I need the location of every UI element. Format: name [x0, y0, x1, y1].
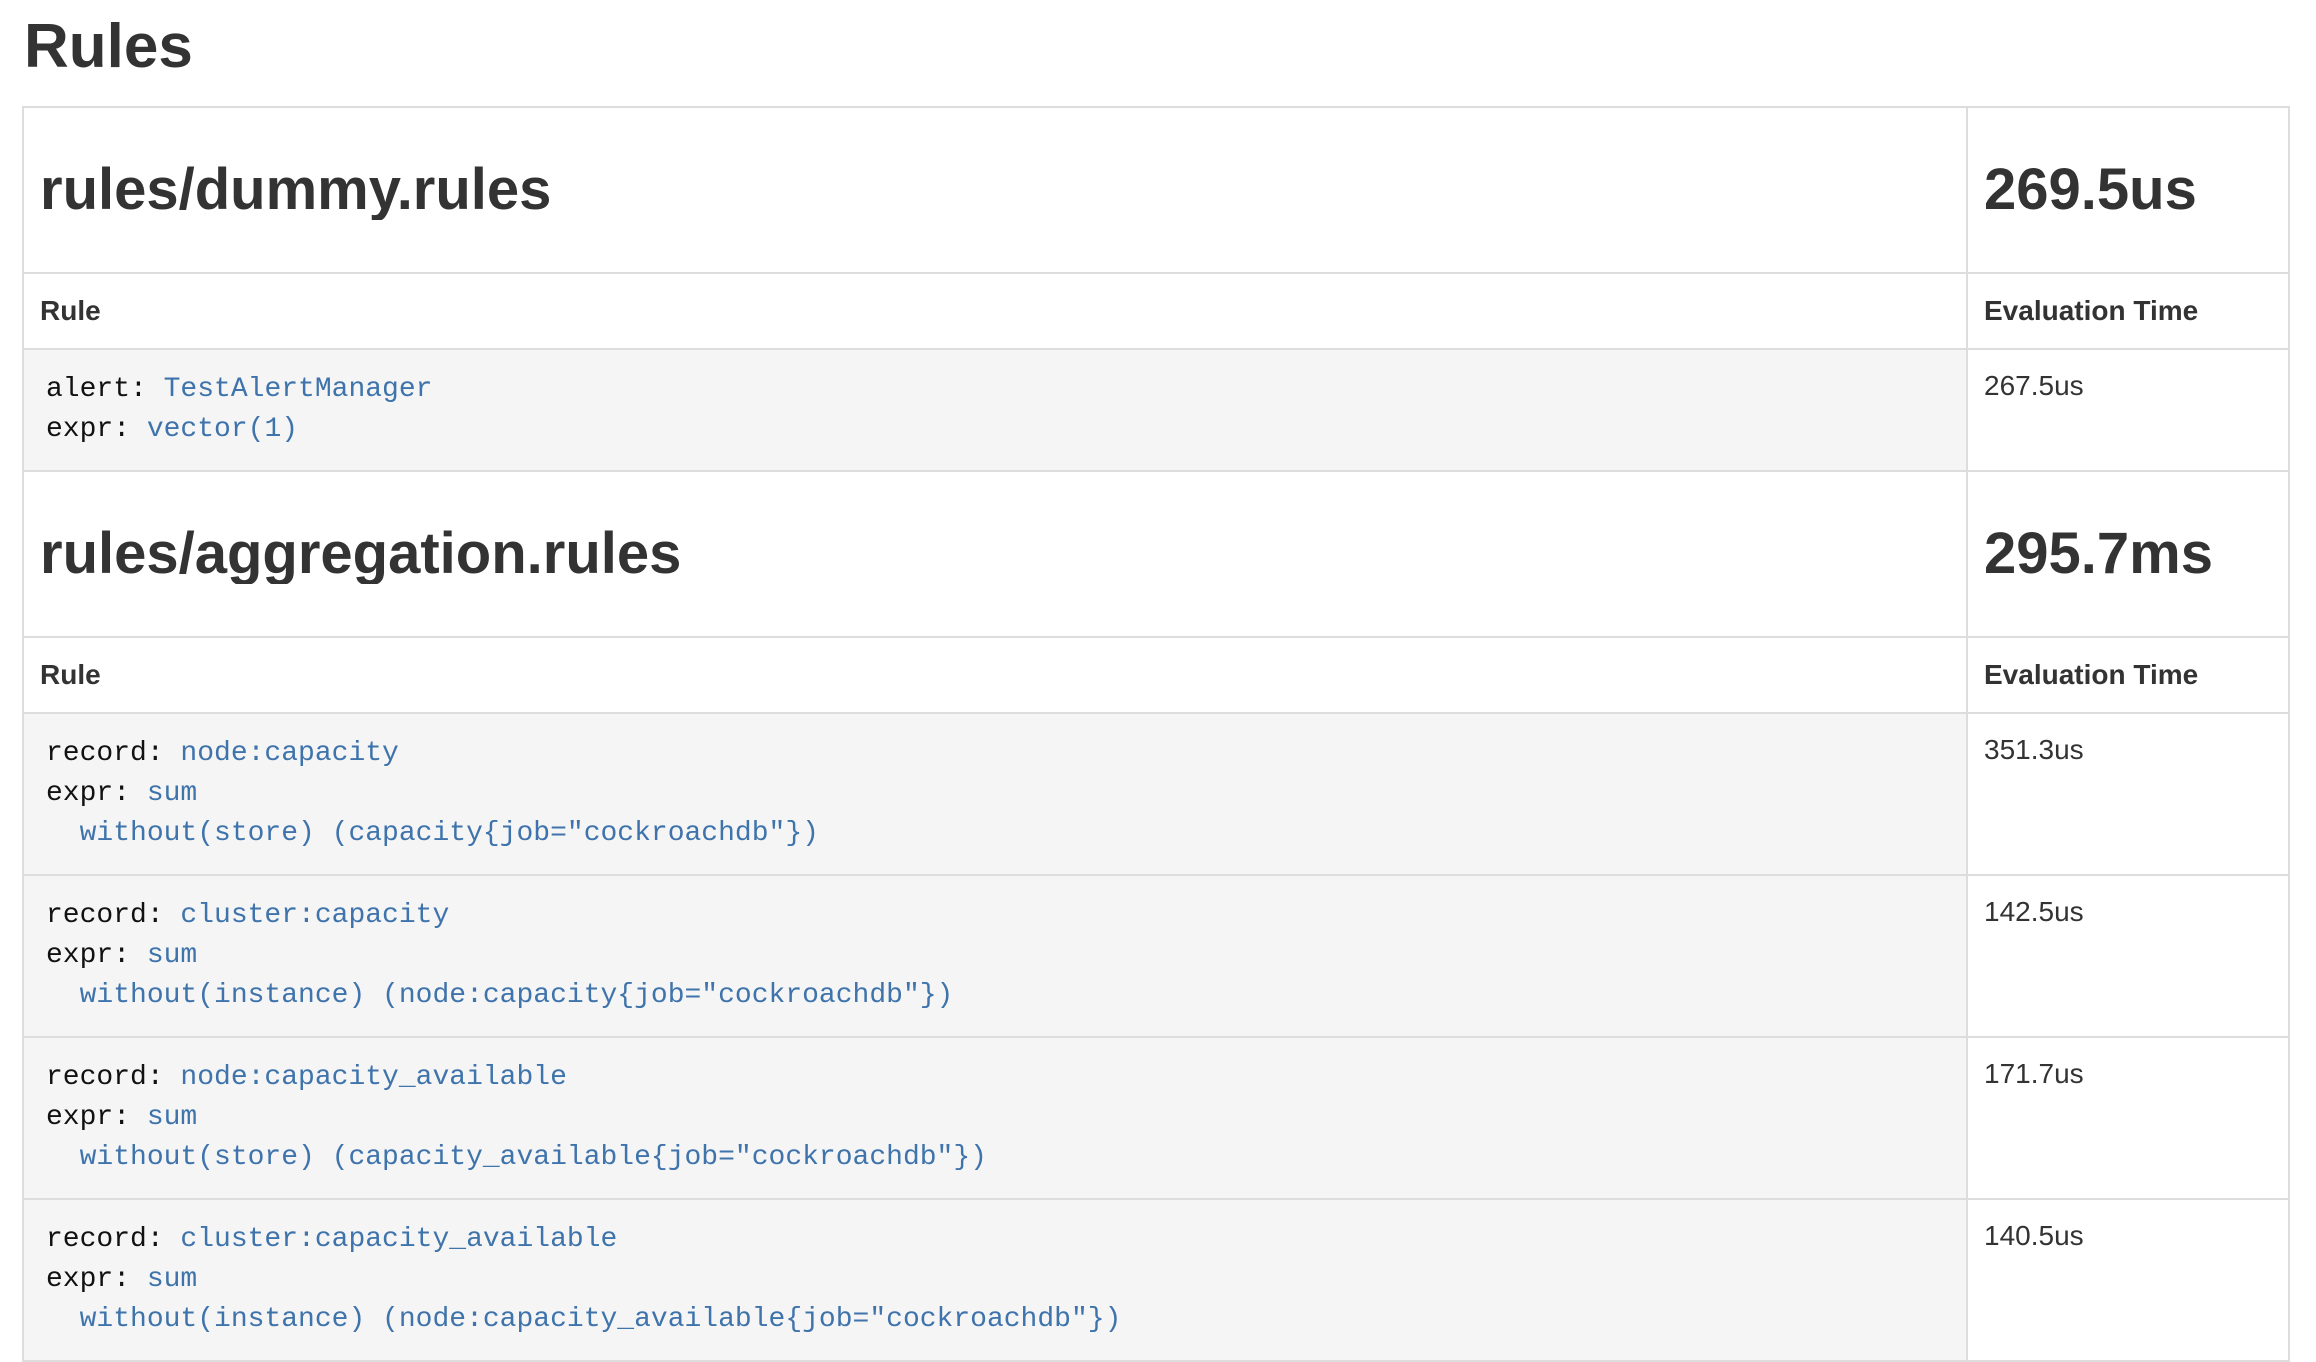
rule-link[interactable]: sum: [147, 1264, 197, 1295]
group-eval-heading: 269.5us: [1984, 160, 2272, 220]
group-file-cell: rules/aggregation.rules: [23, 471, 1967, 637]
rule-cell: record: node:capacity_available expr: su…: [23, 1037, 1967, 1199]
rule-link[interactable]: cluster:capacity_available: [180, 1224, 617, 1255]
rule-keyword: record:: [46, 738, 180, 769]
rules-page: Rules rules/dummy.rules 269.5us Rule Eva…: [22, 14, 2290, 1362]
rule-link[interactable]: without(instance) (node:capacity{job="co…: [46, 980, 953, 1011]
group-header-row: rules/aggregation.rules 295.7ms: [23, 471, 2289, 637]
rule-code: record: cluster:capacity_available expr:…: [24, 1200, 1966, 1360]
rule-keyword: expr:: [46, 1102, 147, 1133]
eval-time-cell: 171.7us: [1967, 1037, 2289, 1199]
column-header-row: Rule Evaluation Time: [23, 273, 2289, 349]
rule-link[interactable]: without(instance) (node:capacity_availab…: [46, 1304, 1121, 1335]
rule-link[interactable]: sum: [147, 940, 197, 971]
rule-keyword: expr:: [46, 940, 147, 971]
rule-cell: record: node:capacity expr: sum without(…: [23, 713, 1967, 875]
rule-column-header: Rule: [23, 637, 1967, 713]
group-eval-cell: 295.7ms: [1967, 471, 2289, 637]
column-header-row: Rule Evaluation Time: [23, 637, 2289, 713]
rule-link[interactable]: cluster:capacity: [180, 900, 449, 931]
rule-link[interactable]: vector(1): [147, 414, 298, 445]
rule-code: record: node:capacity_available expr: su…: [24, 1038, 1966, 1198]
rule-cell: record: cluster:capacity_available expr:…: [23, 1199, 1967, 1361]
group-eval-cell: 269.5us: [1967, 107, 2289, 273]
rule-row: record: node:capacity_available expr: su…: [23, 1037, 2289, 1199]
rule-keyword: record:: [46, 1224, 180, 1255]
group-file-heading: rules/dummy.rules: [40, 160, 1950, 220]
rule-code: record: node:capacity expr: sum without(…: [24, 714, 1966, 874]
eval-time-cell: 140.5us: [1967, 1199, 2289, 1361]
rule-link[interactable]: node:capacity_available: [180, 1062, 566, 1093]
eval-time-column-header: Evaluation Time: [1967, 273, 2289, 349]
rule-link[interactable]: sum: [147, 778, 197, 809]
group-eval-heading: 295.7ms: [1984, 524, 2272, 584]
rule-keyword: expr:: [46, 1264, 147, 1295]
group-header-row: rules/dummy.rules 269.5us: [23, 107, 2289, 273]
eval-time-cell: 142.5us: [1967, 875, 2289, 1037]
rule-keyword: expr:: [46, 414, 147, 445]
rule-keyword: alert:: [46, 374, 164, 405]
eval-time-cell: 351.3us: [1967, 713, 2289, 875]
rule-cell: record: cluster:capacity expr: sum witho…: [23, 875, 1967, 1037]
rule-cell: alert: TestAlertManager expr: vector(1): [23, 349, 1967, 471]
page-title: Rules: [24, 14, 2290, 80]
rule-link[interactable]: without(store) (capacity_available{job="…: [46, 1142, 987, 1173]
group-file-cell: rules/dummy.rules: [23, 107, 1967, 273]
rule-link[interactable]: node:capacity: [180, 738, 398, 769]
eval-time-cell: 267.5us: [1967, 349, 2289, 471]
rules-table: rules/dummy.rules 269.5us Rule Evaluatio…: [22, 106, 2290, 1362]
rule-link[interactable]: without(store) (capacity{job="cockroachd…: [46, 818, 819, 849]
rule-row: record: cluster:capacity_available expr:…: [23, 1199, 2289, 1361]
rule-column-header: Rule: [23, 273, 1967, 349]
rule-keyword: record:: [46, 1062, 180, 1093]
group-file-heading: rules/aggregation.rules: [40, 524, 1950, 584]
rule-row: record: node:capacity expr: sum without(…: [23, 713, 2289, 875]
rule-code: record: cluster:capacity expr: sum witho…: [24, 876, 1966, 1036]
rule-keyword: record:: [46, 900, 180, 931]
eval-time-column-header: Evaluation Time: [1967, 637, 2289, 713]
rule-link[interactable]: TestAlertManager: [164, 374, 433, 405]
rule-row: alert: TestAlertManager expr: vector(1) …: [23, 349, 2289, 471]
rule-keyword: expr:: [46, 778, 147, 809]
rule-code: alert: TestAlertManager expr: vector(1): [24, 350, 1966, 470]
rule-row: record: cluster:capacity expr: sum witho…: [23, 875, 2289, 1037]
rule-link[interactable]: sum: [147, 1102, 197, 1133]
